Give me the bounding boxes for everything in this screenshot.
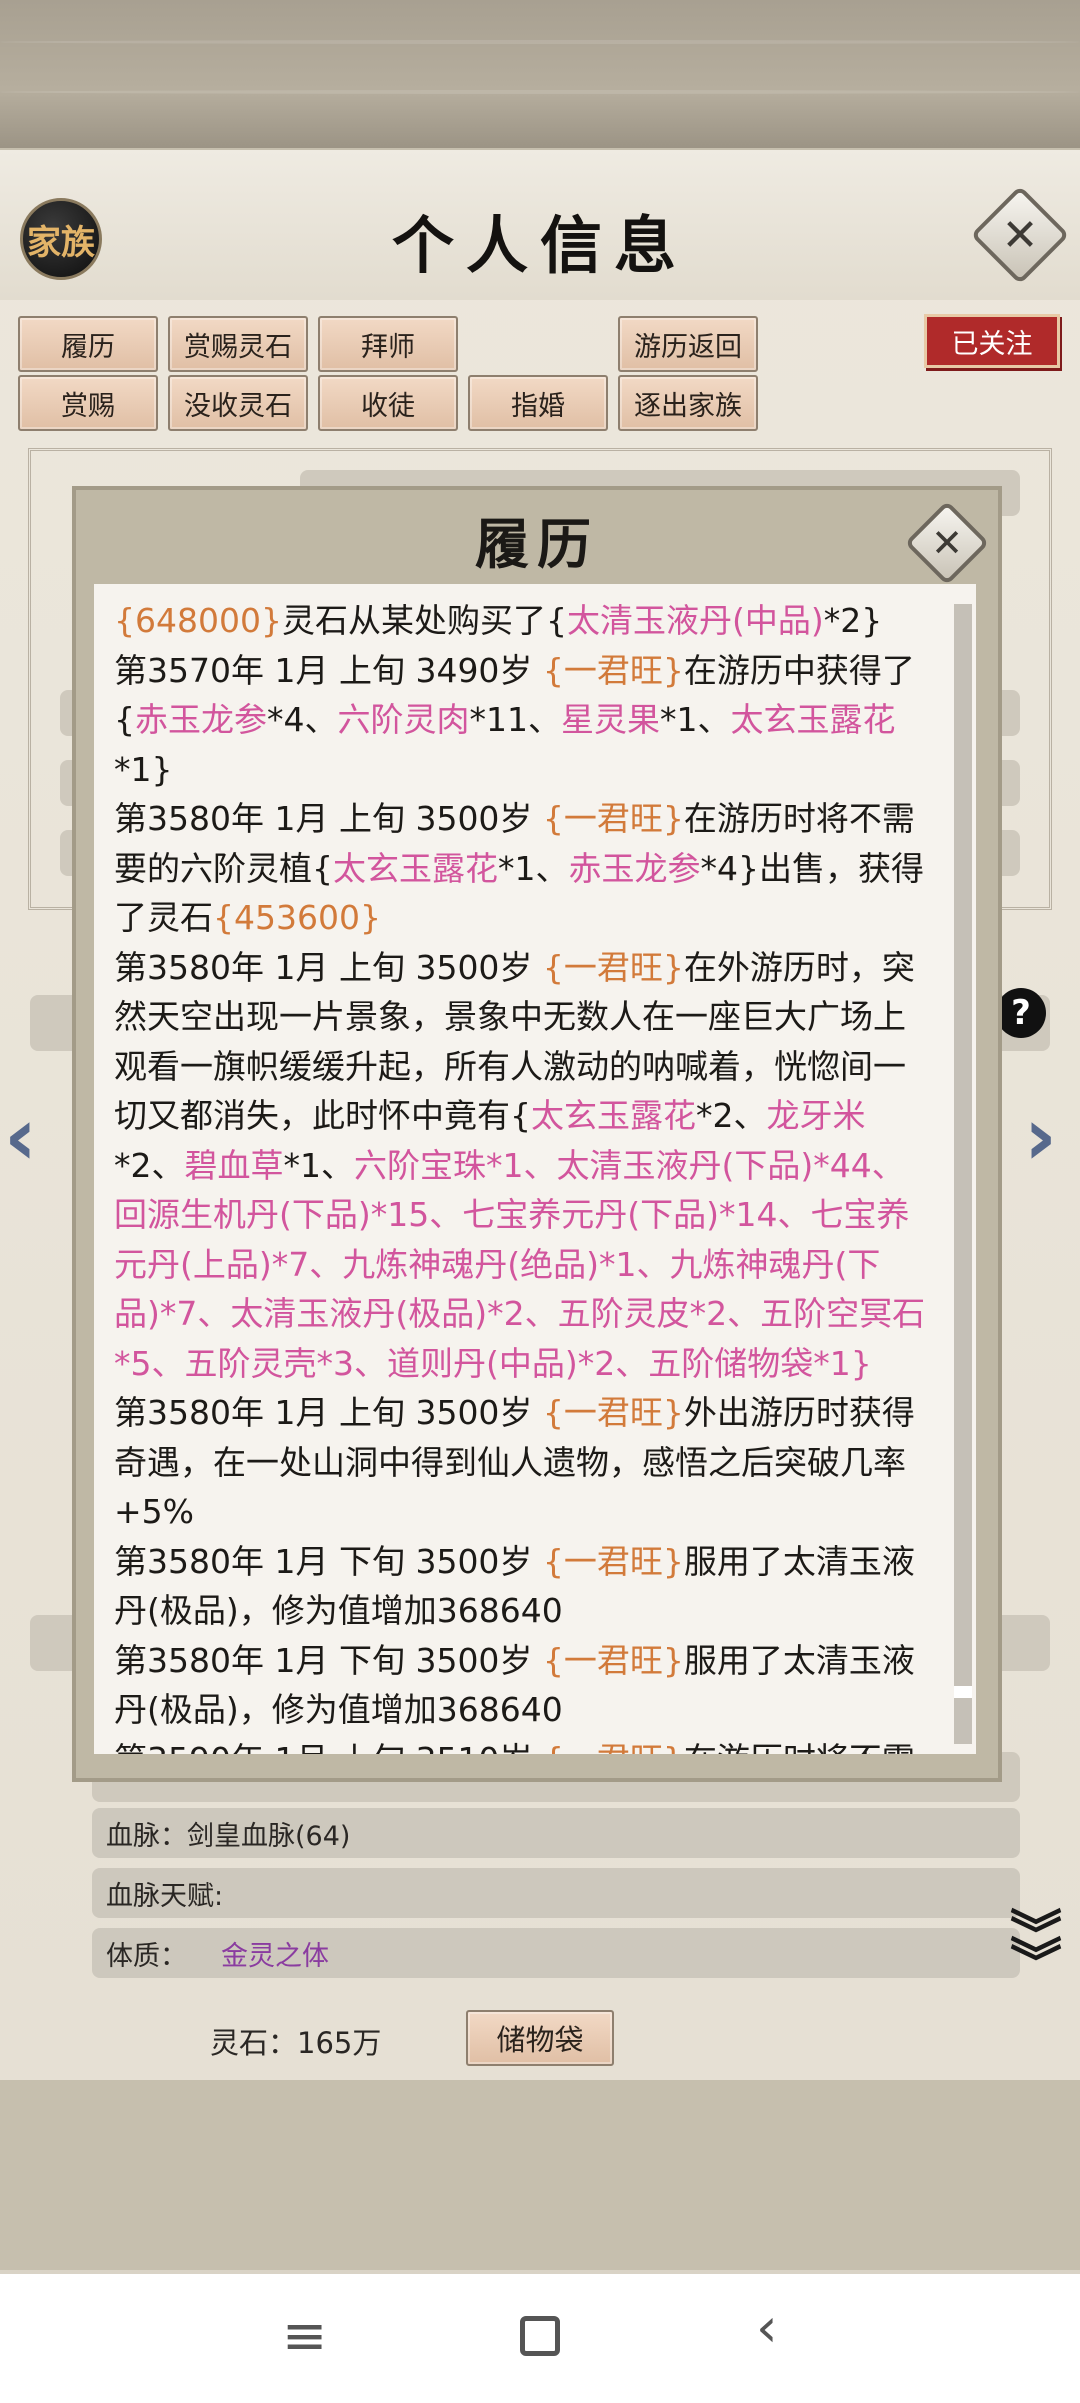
log-segment: {453600} <box>213 898 381 937</box>
page-title: 个人信息 <box>391 209 688 282</box>
log-segment: 六阶灵肉 <box>337 700 470 739</box>
arrange-marriage-button[interactable]: 指婚 <box>468 375 608 431</box>
log-segment: 第3580年 1月 上旬 3500岁 <box>114 1393 543 1432</box>
log-entry: 第3580年 1月 下旬 3500岁 {一君旺}服用了太清玉液丹(极品)，修为值… <box>114 1636 932 1735</box>
log-entry: 第3570年 1月 上旬 3490岁 {一君旺}在游历中获得了{赤玉龙参*4、六… <box>114 646 932 795</box>
system-nav-bar: ≡ ‹ <box>0 2274 1080 2403</box>
log-segment: *1、 <box>660 700 731 739</box>
log-segment: 第3580年 1月 下旬 3500岁 <box>114 1541 543 1581</box>
log-segment: 灵石从某处购买了{ <box>281 601 567 640</box>
confiscate-stones-button[interactable]: 没收灵石 <box>168 375 308 431</box>
log-segment: 第3580年 1月 上旬 3500岁 <box>114 947 543 987</box>
bloodline-value: 剑皇血脉(64) <box>187 1820 351 1852</box>
help-icon[interactable]: ? <box>996 988 1046 1038</box>
log-segment: 第3580年 1月 上旬 3500岁 <box>114 799 543 838</box>
modal-close-button[interactable]: ✕ <box>904 500 990 586</box>
stones-display: 灵石：165万 <box>210 2020 381 2062</box>
log-segment: *11、 <box>469 700 562 739</box>
log-entry: 第3580年 1月 下旬 3500岁 {一君旺}服用了太清玉液丹(极品)，修为值… <box>114 1537 932 1636</box>
close-button[interactable]: ✕ <box>970 185 1070 285</box>
log-entries: {648000}灵石从某处购买了{太清玉液丹(中品)*2} 第3570年 1月 上… <box>114 596 932 1754</box>
log-entry: 第3580年 1月 上旬 3500岁 {一君旺}在外游历时，突然天空出现一片景象… <box>114 943 932 1389</box>
back-icon[interactable]: ‹ <box>756 2296 778 2359</box>
log-segment: 太玄玉露花 <box>730 700 896 739</box>
log-segment: 太清玉液丹(中品) <box>566 601 824 640</box>
stones-value: 165万 <box>297 2026 382 2060</box>
expand-down-icon[interactable]: ︾ ︾ <box>1010 1910 1062 1990</box>
storage-bag-button[interactable]: 储物袋 <box>466 2010 614 2066</box>
reward-stones-button[interactable]: 赏赐灵石 <box>168 316 308 372</box>
history-button[interactable]: 履历 <box>18 316 158 372</box>
log-segment: {一君旺} <box>542 1640 684 1680</box>
log-segment: 太玄玉露花 <box>333 848 498 888</box>
log-segment: *2} <box>823 601 883 640</box>
log-segment: {648000} <box>114 601 282 640</box>
log-entry: 第3590年 1月 上旬 3510岁 {一君旺}在游历时将不需要 <box>114 1735 932 1755</box>
log-segment: {一君旺} <box>542 799 684 838</box>
take-disciple-button[interactable]: 收徒 <box>318 375 458 431</box>
log-segment: *1、 <box>498 848 569 888</box>
top-decoration <box>0 0 1080 150</box>
expel-from-family-button[interactable]: 逐出家族 <box>618 375 758 431</box>
log-segment: {一君旺} <box>542 1541 684 1581</box>
log-segment: {一君旺} <box>542 650 684 690</box>
log-segment: 赤玉龙参 <box>568 848 701 888</box>
log-entry: 第3580年 1月 上旬 3500岁 {一君旺}外出游历时获得奇遇，在一处山洞中… <box>114 1388 932 1537</box>
close-icon: ✕ <box>1001 209 1039 261</box>
log-scroll-thumb[interactable] <box>954 1686 972 1698</box>
log-segment: 太玄玉露花 <box>531 1096 696 1135</box>
log-entry: {648000}灵石从某处购买了{太清玉液丹(中品)*2} <box>114 596 932 646</box>
bloodline-talent-label: 血脉天赋: <box>106 1880 224 1912</box>
next-arrow-icon[interactable]: › <box>1024 1090 1057 1183</box>
stones-label: 灵石： <box>210 2026 298 2060</box>
history-log[interactable]: {648000}灵石从某处购买了{太清玉液丹(中品)*2} 第3570年 1月 上… <box>94 584 976 1754</box>
bloodline-talent-row: 血脉天赋: <box>92 1868 1020 1918</box>
home-icon[interactable] <box>520 2316 560 2356</box>
log-segment: *2、 <box>696 1096 767 1135</box>
constitution-label: 体质： <box>106 1940 187 1972</box>
log-entry: 第3580年 1月 上旬 3500岁 {一君旺}在游历时将不需要的六阶灵植{太玄… <box>114 794 932 943</box>
log-segment: {一君旺} <box>542 947 684 987</box>
log-segment: *1、 <box>283 1145 355 1185</box>
reward-button[interactable]: 赏赐 <box>18 375 158 431</box>
log-segment: *2、 <box>114 1145 185 1185</box>
log-segment: 龙牙米 <box>766 1096 866 1135</box>
log-scrollbar[interactable] <box>954 604 972 1744</box>
log-segment: *4、 <box>267 700 338 739</box>
bloodline-label: 血脉： <box>106 1820 187 1852</box>
log-segment: 碧血草 <box>184 1145 284 1185</box>
constitution-row: 体质： 金灵之体 <box>92 1928 1020 1978</box>
bloodline-row: 血脉： 剑皇血脉(64) <box>92 1808 1020 1858</box>
log-segment: 第3580年 1月 下旬 3500岁 <box>114 1640 543 1680</box>
log-segment: *1} <box>114 749 173 789</box>
log-segment: 第3570年 1月 上旬 3490岁 <box>114 650 543 690</box>
bottom-area <box>0 2080 1080 2270</box>
log-segment: 星灵果 <box>561 700 660 739</box>
family-button[interactable]: 家族 <box>20 198 102 280</box>
modal-close-icon: ✕ <box>931 521 963 565</box>
log-segment: {一君旺} <box>542 1393 684 1432</box>
constitution-value: 金灵之体 <box>221 1940 329 1972</box>
prev-arrow-icon[interactable]: ‹ <box>4 1090 37 1183</box>
return-from-travel-button[interactable]: 游历返回 <box>618 316 758 372</box>
log-segment: 第3590年 1月 上旬 3510岁 <box>114 1740 543 1755</box>
log-segment: {一君旺} <box>543 1740 684 1755</box>
followed-button[interactable]: 已关注 <box>924 314 1060 368</box>
log-segment: 赤玉龙参 <box>135 700 267 739</box>
menu-icon[interactable]: ≡ <box>282 2304 327 2367</box>
take-master-button[interactable]: 拜师 <box>318 316 458 372</box>
modal-title: 履历 <box>475 512 599 576</box>
